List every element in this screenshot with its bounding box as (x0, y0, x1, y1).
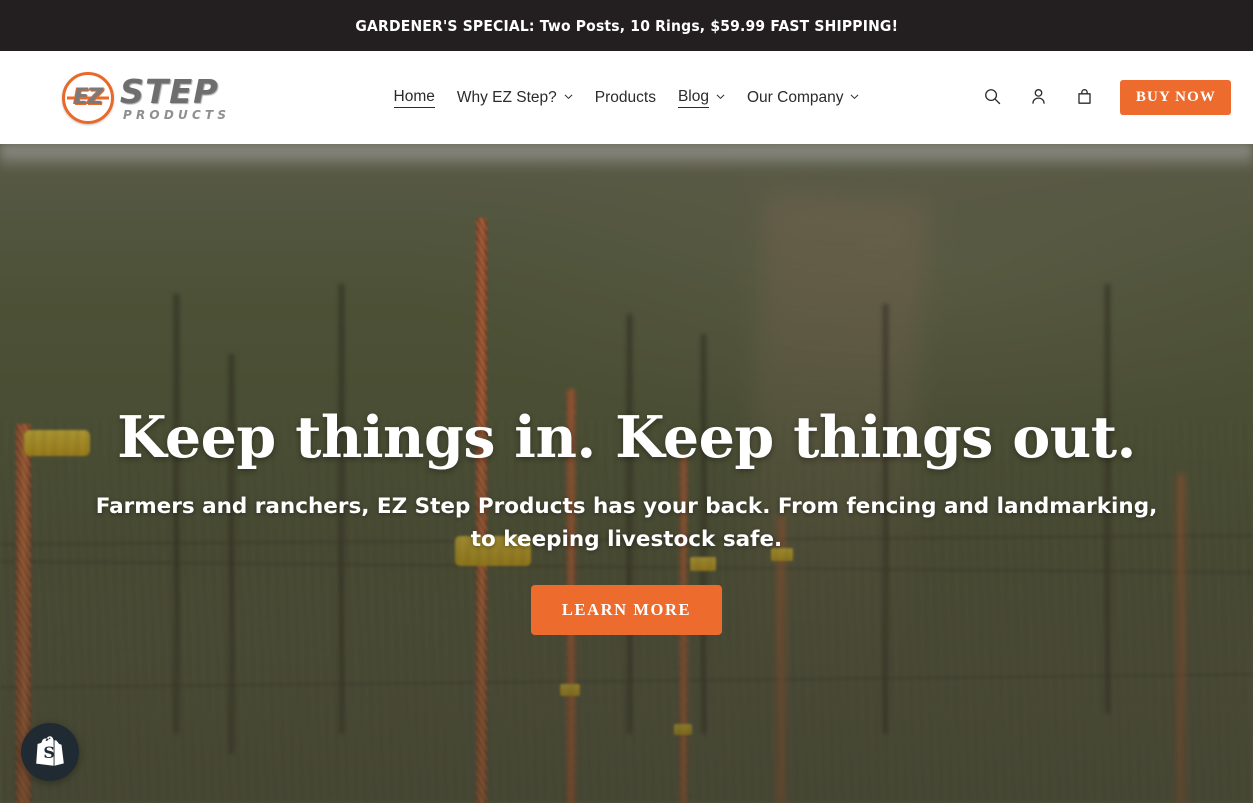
hero-title: Keep things in. Keep things out. (117, 404, 1136, 471)
site-logo[interactable]: EZ STEP PRODUCTS (62, 71, 230, 124)
hero-subtitle: Farmers and ranchers, EZ Step Products h… (95, 493, 1158, 553)
search-icon (983, 87, 1002, 109)
chevron-down-icon (564, 92, 573, 101)
nav-item-blog[interactable]: Blog (677, 88, 725, 108)
account-icon (1029, 87, 1048, 109)
site-header: EZ STEP PRODUCTS Home Why EZ Step? Produ… (0, 51, 1253, 144)
nav-item-home-label: Home (393, 88, 435, 108)
hero-section: Keep things in. Keep things out. Farmers… (0, 144, 1253, 803)
logo-badge-text: EZ (73, 85, 104, 110)
logo-wordmark: STEP (119, 71, 219, 111)
learn-more-button[interactable]: LEARN MORE (530, 585, 723, 636)
nav-item-why-ez-step-label: Why EZ Step? (456, 88, 557, 106)
announcement-text: GARDENER'S SPECIAL: Two Posts, 10 Rings,… (355, 16, 898, 35)
chevron-down-icon (850, 92, 859, 101)
nav-item-home[interactable]: Home (393, 88, 435, 108)
svg-text:S: S (43, 743, 55, 762)
nav-item-our-company-label: Our Company (747, 88, 844, 106)
nav-item-blog-label: Blog (677, 88, 709, 108)
buy-now-button[interactable]: BUY NOW (1119, 80, 1231, 115)
nav-item-products[interactable]: Products (595, 89, 656, 107)
cart-button[interactable] (1072, 85, 1098, 111)
chevron-down-icon (716, 92, 725, 101)
announcement-bar: GARDENER'S SPECIAL: Two Posts, 10 Rings,… (0, 0, 1253, 51)
nav-item-our-company[interactable]: Our Company (747, 89, 859, 107)
cart-icon (1075, 87, 1094, 109)
search-button[interactable] (980, 85, 1006, 111)
nav-item-why-ez-step[interactable]: Why EZ Step? (457, 89, 573, 107)
account-button[interactable] (1026, 85, 1052, 111)
shopify-chat-badge[interactable]: S (21, 723, 79, 781)
shopify-bag-icon: S (35, 734, 65, 771)
nav-item-products-label: Products (594, 88, 656, 106)
hero-content: Keep things in. Keep things out. Farmers… (0, 144, 1253, 803)
header-actions: BUY NOW (980, 80, 1231, 115)
logo-badge-icon: EZ (62, 71, 114, 124)
